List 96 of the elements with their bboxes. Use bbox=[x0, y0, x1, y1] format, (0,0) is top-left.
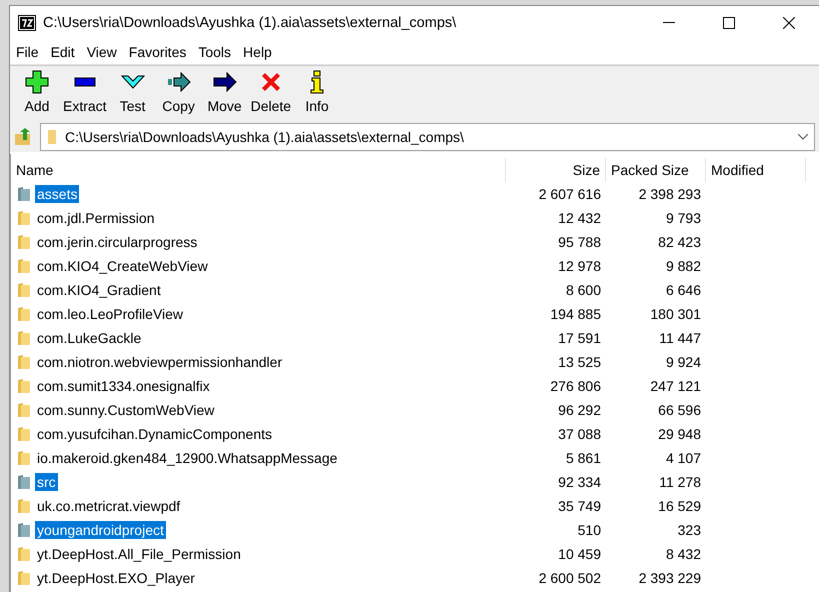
toolbar-button[interactable]: Add bbox=[14, 70, 60, 114]
file-name[interactable]: youngandroidproject bbox=[35, 521, 166, 539]
menu-item[interactable]: Favorites bbox=[122, 43, 192, 61]
minimize-icon bbox=[663, 22, 675, 24]
toolbar-button[interactable]: Extract bbox=[60, 70, 110, 114]
folder-icon bbox=[17, 330, 31, 346]
packed-size-cell-text: 8 432 bbox=[664, 546, 702, 562]
menu-item[interactable]: File bbox=[10, 43, 45, 61]
packed-size-cell-text: 2 393 229 bbox=[638, 570, 702, 586]
dropdown-icon bbox=[798, 134, 808, 140]
size-cell-text: 12 432 bbox=[557, 210, 602, 226]
packed-size-cell-text: 323 bbox=[676, 522, 702, 538]
folder-icon bbox=[17, 474, 31, 490]
menu-item[interactable]: Tools bbox=[192, 43, 238, 61]
folder-icon bbox=[17, 234, 31, 250]
file-name[interactable]: src bbox=[35, 473, 58, 491]
maximize-icon bbox=[723, 17, 735, 29]
folder-icon bbox=[17, 282, 31, 298]
file-name[interactable]: com.niotron.webviewpermissionhandler bbox=[35, 353, 284, 371]
column-header[interactable]: Name bbox=[11, 158, 506, 182]
packed-size-cell-text: 4 107 bbox=[664, 450, 702, 466]
size-cell-text: 92 334 bbox=[557, 474, 602, 490]
file-name[interactable]: com.jdl.Permission bbox=[35, 209, 156, 227]
file-name[interactable]: com.yusufcihan.DynamicComponents bbox=[35, 425, 274, 443]
file-name[interactable]: uk.co.metricrat.viewpdf bbox=[35, 497, 182, 515]
toolbar-button[interactable]: Copy bbox=[156, 70, 202, 114]
size-cell-text: 13 525 bbox=[557, 354, 602, 370]
packed-size-cell-text: 16 529 bbox=[657, 498, 702, 514]
folder-icon bbox=[17, 546, 31, 562]
packed-size-cell-text: 180 301 bbox=[649, 306, 702, 322]
folder-icon bbox=[17, 258, 31, 274]
size-cell-text: 37 088 bbox=[557, 426, 602, 442]
folder-icon bbox=[17, 570, 31, 586]
folder-icon bbox=[17, 306, 31, 322]
size-cell-text: 35 749 bbox=[557, 498, 602, 514]
file-name[interactable]: yt.DeepHost.EXO_Player bbox=[35, 569, 197, 587]
file-name[interactable]: com.LukeGackle bbox=[35, 329, 144, 347]
arrow-icon bbox=[212, 70, 237, 94]
file-name[interactable]: io.makeroid.gken484_12900.WhatsappMessage bbox=[35, 449, 340, 467]
menu-item[interactable]: View bbox=[80, 43, 123, 61]
folder-icon bbox=[17, 402, 31, 418]
file-name[interactable]: com.sumit1334.onesignalfix bbox=[35, 377, 212, 395]
size-cell-text: 95 788 bbox=[557, 234, 602, 250]
size-cell-text: 510 bbox=[576, 522, 602, 538]
packed-size-cell-text: 82 423 bbox=[657, 234, 702, 250]
packed-size-cell-text: 2 398 293 bbox=[638, 186, 702, 202]
folder-icon bbox=[17, 186, 31, 202]
packed-size-cell-text: 6 646 bbox=[664, 282, 702, 298]
toolbar-button[interactable]: Test bbox=[110, 70, 156, 114]
toolbar-button[interactable]: Delete bbox=[248, 70, 294, 114]
file-name[interactable]: com.KIO4_Gradient bbox=[35, 281, 163, 299]
size-cell-text: 96 292 bbox=[557, 402, 602, 418]
size-cell-text: 12 978 bbox=[557, 258, 602, 274]
folder-icon bbox=[17, 522, 31, 538]
toolbar-button[interactable]: Move bbox=[202, 70, 248, 114]
packed-size-cell-text: 66 596 bbox=[657, 402, 702, 418]
folder-icon bbox=[17, 210, 31, 226]
size-cell-text: 2 607 616 bbox=[538, 186, 602, 202]
folder-icon bbox=[17, 378, 31, 394]
window-title: C:\Users\ria\Downloads\Ayushka (1).aia\assets\external_comps\ bbox=[43, 15, 458, 31]
packed-size-cell-text: 9 882 bbox=[664, 258, 702, 274]
file-name[interactable]: com.jerin.circularprogress bbox=[35, 233, 200, 251]
column-header[interactable]: Modified bbox=[706, 158, 806, 182]
packed-size-cell-text: 11 278 bbox=[658, 474, 702, 490]
file-name[interactable]: com.sunny.CustomWebView bbox=[35, 401, 216, 419]
file-name[interactable]: com.leo.LeoProfileView bbox=[35, 305, 186, 323]
file-name[interactable]: yt.DeepHost.All_File_Permission bbox=[35, 545, 243, 563]
toolbar-button[interactable]: Info bbox=[294, 70, 340, 114]
close-icon bbox=[783, 17, 795, 29]
packed-size-cell-text: 9 924 bbox=[664, 354, 702, 370]
column-header[interactable]: Size bbox=[506, 158, 606, 182]
address-field[interactable]: C:\Users\ria\Downloads\Ayushka (1).aia\assets\external_comps\ bbox=[40, 123, 815, 151]
size-cell-text: 276 806 bbox=[549, 378, 602, 394]
arrow-icon bbox=[166, 70, 191, 94]
size-cell-text: 194 885 bbox=[549, 306, 602, 322]
packed-size-cell-text: 11 447 bbox=[658, 330, 702, 346]
size-cell-text: 10 459 bbox=[557, 546, 602, 562]
menu-item[interactable]: Help bbox=[237, 43, 278, 61]
file-name[interactable]: com.KIO4_CreateWebView bbox=[35, 257, 210, 275]
file-name[interactable]: assets bbox=[35, 185, 80, 203]
size-cell-text: 17 591 bbox=[557, 330, 602, 346]
folder-icon bbox=[17, 426, 31, 442]
packed-size-cell-text: 247 121 bbox=[649, 378, 702, 394]
folder-icon bbox=[17, 354, 31, 370]
plus-icon bbox=[25, 70, 49, 94]
size-cell-text: 8 600 bbox=[564, 282, 602, 298]
folder-icon bbox=[47, 129, 57, 145]
packed-size-cell-text: 29 948 bbox=[657, 426, 702, 442]
menu-item[interactable]: Edit bbox=[44, 43, 81, 61]
app-logo-icon bbox=[18, 15, 36, 31]
size-cell-text: 2 600 502 bbox=[538, 570, 602, 586]
column-header[interactable]: Packed Size bbox=[606, 158, 706, 182]
folder-icon bbox=[17, 450, 31, 466]
folder-icon bbox=[17, 498, 31, 514]
packed-size-cell-text: 9 793 bbox=[664, 210, 702, 226]
size-cell-text: 5 861 bbox=[564, 450, 602, 466]
